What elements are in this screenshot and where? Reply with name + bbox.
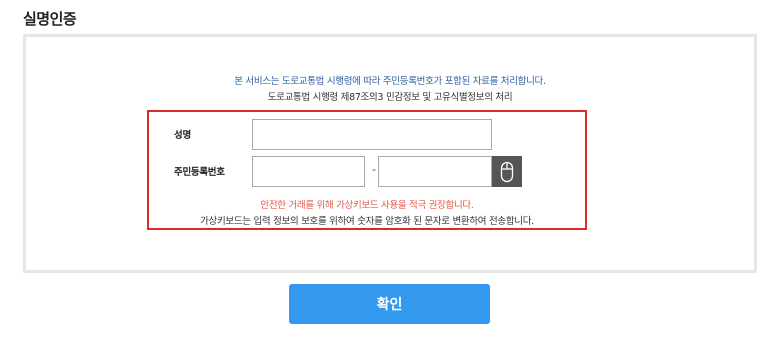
notice-sensitive-info: 도로교통법 시행령 제87조의3 민감정보 및 고유식별정보의 처리 [267, 92, 513, 103]
confirm-button[interactable]: 확인 [289, 284, 490, 324]
name-label: 성명 [174, 130, 191, 141]
mouse-icon [500, 161, 514, 182]
rrn-first-input[interactable] [252, 156, 365, 187]
virtual-keyboard-info: 가상키보드는 입력 정보의 보호를 위하여 숫자를 암호화 된 문자로 변환하여… [200, 216, 534, 227]
identity-form: 성명 주민등록번호 - 안전한 거래를 위해 가상키보드 사용을 적극 권장합니… [147, 110, 587, 230]
name-input[interactable] [252, 119, 492, 150]
virtual-keyboard-recommendation: 안전한 거래를 위해 가상키보드 사용을 적극 권장합니다. [260, 200, 474, 211]
rrn-label: 주민등록번호 [174, 167, 225, 178]
virtual-keyboard-button[interactable] [492, 156, 522, 187]
rrn-second-input[interactable] [378, 156, 492, 187]
page-title: 실명인증 [23, 10, 77, 28]
verification-panel: 본 서비스는 도로교통법 시행령에 따라 주민등록번호가 포함된 자료를 처리합… [23, 34, 757, 273]
notice-legal-basis: 본 서비스는 도로교통법 시행령에 따라 주민등록번호가 포함된 자료를 처리합… [234, 76, 546, 87]
